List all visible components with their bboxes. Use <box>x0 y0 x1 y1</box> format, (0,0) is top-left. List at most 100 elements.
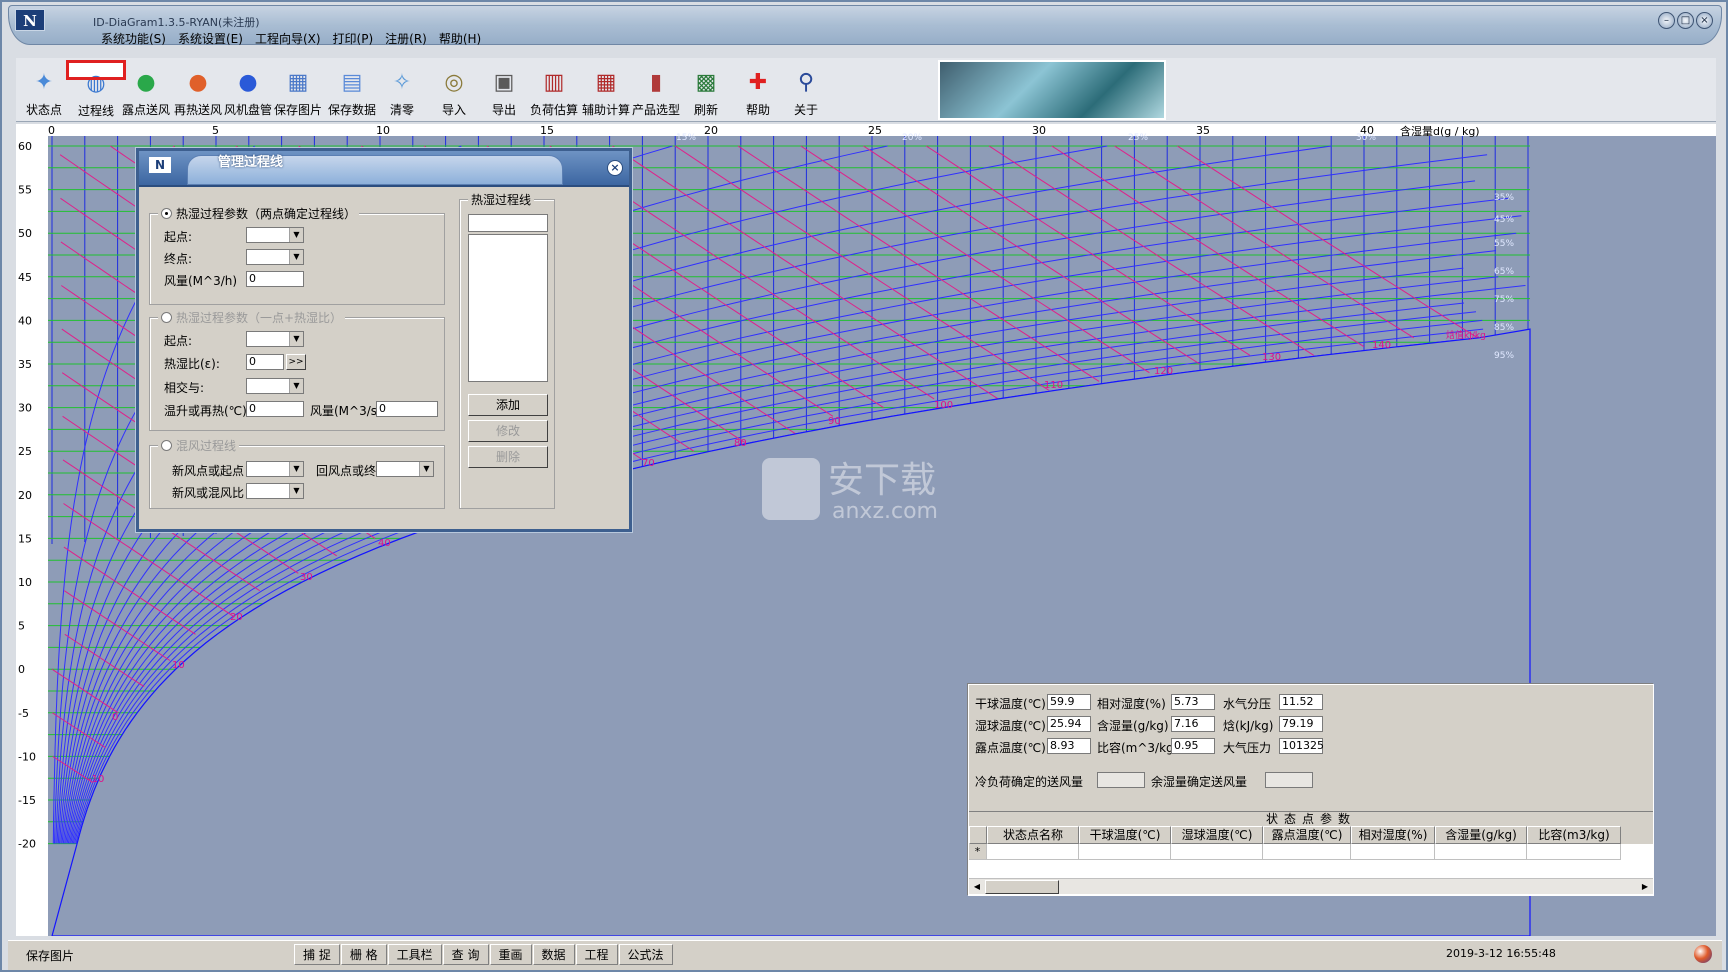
end-select[interactable]: ▼ <box>246 249 304 265</box>
process-list-box[interactable] <box>468 234 548 382</box>
tab-formula[interactable]: 公式法 <box>618 944 673 965</box>
group-point-ratio-title[interactable]: 热湿过程参数（一点+热湿比） <box>158 309 346 326</box>
end-label: 终点: <box>164 252 193 266</box>
col-volume[interactable]: 比容(m3/kg) <box>1527 826 1621 844</box>
left-tick-label: -5 <box>18 707 29 720</box>
menu-help[interactable]: 帮助(H) <box>433 30 487 48</box>
ratio-more-button[interactable]: >> <box>286 354 306 370</box>
table-cell[interactable] <box>1527 844 1621 860</box>
minimize-button[interactable]: – <box>1658 12 1675 29</box>
scroll-right-icon[interactable]: ▶ <box>1638 880 1652 894</box>
airflow-input[interactable]: 0 <box>246 271 304 287</box>
top-tick-label: 30 <box>1032 124 1046 137</box>
table-row[interactable]: * <box>969 844 1653 860</box>
moisture-value[interactable]: 7.16 <box>1171 716 1215 732</box>
start2-select[interactable]: ▼ <box>246 331 304 347</box>
radio-mixing[interactable] <box>161 440 172 451</box>
moist-airflow-value[interactable] <box>1265 772 1313 788</box>
tab-redraw[interactable]: 重画 <box>489 944 532 965</box>
maximize-button[interactable]: □ <box>1677 12 1694 29</box>
wet-bulb-value[interactable]: 25.94 <box>1047 716 1091 732</box>
cold-airflow-value[interactable] <box>1097 772 1145 788</box>
scroll-thumb[interactable] <box>985 880 1059 894</box>
modify-button[interactable]: 修改 <box>468 420 548 442</box>
manage-process-line-dialog: N 管理过程线 × 热湿过程参数（两点确定过程线） 起点: ▼ 终点: ▼ 风量… <box>136 148 632 532</box>
col-dry-bulb[interactable]: 干球温度(℃) <box>1079 826 1171 844</box>
menu-system[interactable]: 系统功能(S) <box>95 30 172 48</box>
add-button[interactable]: 添加 <box>468 394 548 416</box>
toolbar-button-label: 关于 <box>793 103 818 117</box>
return-select[interactable]: ▼ <box>376 461 434 477</box>
cold-airflow-label: 冷负荷确定的送风量 <box>975 775 1084 789</box>
app-logo: N <box>15 9 45 31</box>
tab-grid[interactable]: 栅 格 <box>340 944 387 965</box>
table-cell[interactable] <box>1351 844 1435 860</box>
dialog-logo-icon: N <box>149 157 171 173</box>
enthalpy-value[interactable]: 79.19 <box>1279 716 1323 732</box>
table-cell[interactable] <box>1435 844 1527 860</box>
fresh-select[interactable]: ▼ <box>246 461 304 477</box>
dew-value[interactable]: 8.93 <box>1047 738 1091 754</box>
title-bar[interactable]: N ID-DiaGram1.3.5-RYAN(未注册) 系统功能(S) 系统设置… <box>8 5 1722 48</box>
process-list-input[interactable] <box>468 214 548 232</box>
scroll-left-icon[interactable]: ◀ <box>970 880 984 894</box>
aux-calc-icon: ▦ <box>595 70 617 95</box>
rh-label: 65% <box>1494 267 1514 277</box>
ratio-input[interactable]: 0 <box>246 354 284 370</box>
chevron-down-icon: ▼ <box>289 228 303 242</box>
dry-bulb-label: 干球温度(℃) <box>975 697 1046 711</box>
volume-value[interactable]: 0.95 <box>1171 738 1215 754</box>
enthalpy-label: 130 <box>1262 352 1281 363</box>
group-mixing-title[interactable]: 混风过程线 <box>158 437 240 454</box>
tab-data[interactable]: 数据 <box>532 944 575 965</box>
tab-toolbar[interactable]: 工具栏 <box>387 944 442 965</box>
airflow2-input[interactable]: 0 <box>376 401 438 417</box>
dry-bulb-value[interactable]: 59.9 <box>1047 694 1091 710</box>
table-cell[interactable] <box>1171 844 1263 860</box>
table-cell[interactable] <box>1079 844 1171 860</box>
menu-settings[interactable]: 系统设置(E) <box>172 30 249 48</box>
menu-wizard[interactable]: 工程向导(X) <box>249 30 327 48</box>
menu-print[interactable]: 打印(P) <box>327 30 380 48</box>
table-cell[interactable] <box>1263 844 1351 860</box>
delete-button[interactable]: 删除 <box>468 446 548 468</box>
group-two-point-title[interactable]: 热湿过程参数（两点确定过程线） <box>158 205 360 222</box>
about-icon: ⚲ <box>797 70 815 95</box>
radio-point-ratio[interactable] <box>161 312 172 323</box>
top-tick-label: 25 <box>868 124 882 137</box>
start-select[interactable]: ▼ <box>246 227 304 243</box>
row-selector-header <box>969 826 987 844</box>
col-rh[interactable]: 相对湿度(%) <box>1351 826 1435 844</box>
dialog-title-bar[interactable]: N 管理过程线 × <box>139 151 629 187</box>
enthalpy-line <box>988 145 1314 356</box>
left-tick-label: 55 <box>18 184 32 197</box>
dialog-close-button[interactable]: × <box>607 160 623 176</box>
col-wet-bulb[interactable]: 湿球温度(℃) <box>1171 826 1263 844</box>
table-cell[interactable] <box>987 844 1079 860</box>
mix-ratio-select[interactable]: ▼ <box>246 483 304 499</box>
col-name[interactable]: 状态点名称 <box>987 826 1079 844</box>
process-line-icon: ◍ <box>86 71 106 96</box>
watermark: 安下载 anxz.com <box>760 454 980 524</box>
col-dew-point[interactable]: 露点温度(℃) <box>1263 826 1351 844</box>
temp-input[interactable]: 0 <box>246 401 304 417</box>
close-window-button[interactable]: × <box>1696 12 1713 29</box>
intersect-select[interactable]: ▼ <box>246 378 304 394</box>
clear-icon: ✧ <box>392 70 412 95</box>
new-row-marker: * <box>969 844 987 860</box>
pressure-value[interactable]: 101325 <box>1279 738 1324 754</box>
tab-project[interactable]: 工程 <box>575 944 618 965</box>
tab-snap[interactable]: 捕 捉 <box>294 944 340 965</box>
globe-icon[interactable] <box>1694 945 1712 963</box>
vapor-value[interactable]: 11.52 <box>1279 694 1323 710</box>
toolbar-button-1[interactable]: ◍ 过程线 <box>66 60 126 118</box>
left-tick-label: 0 <box>18 663 25 676</box>
radio-two-point[interactable] <box>161 208 172 219</box>
tab-query[interactable]: 查 询 <box>442 944 489 965</box>
horizontal-scrollbar[interactable]: ◀ ▶ <box>969 878 1653 894</box>
rh-value[interactable]: 5.73 <box>1171 694 1215 710</box>
top-tick-label: 5 <box>212 124 219 137</box>
menu-register[interactable]: 注册(R) <box>379 30 433 48</box>
col-moisture[interactable]: 含湿量(g/kg) <box>1435 826 1527 844</box>
toolbar-button-15[interactable]: ⚲ 关于 <box>778 62 834 120</box>
